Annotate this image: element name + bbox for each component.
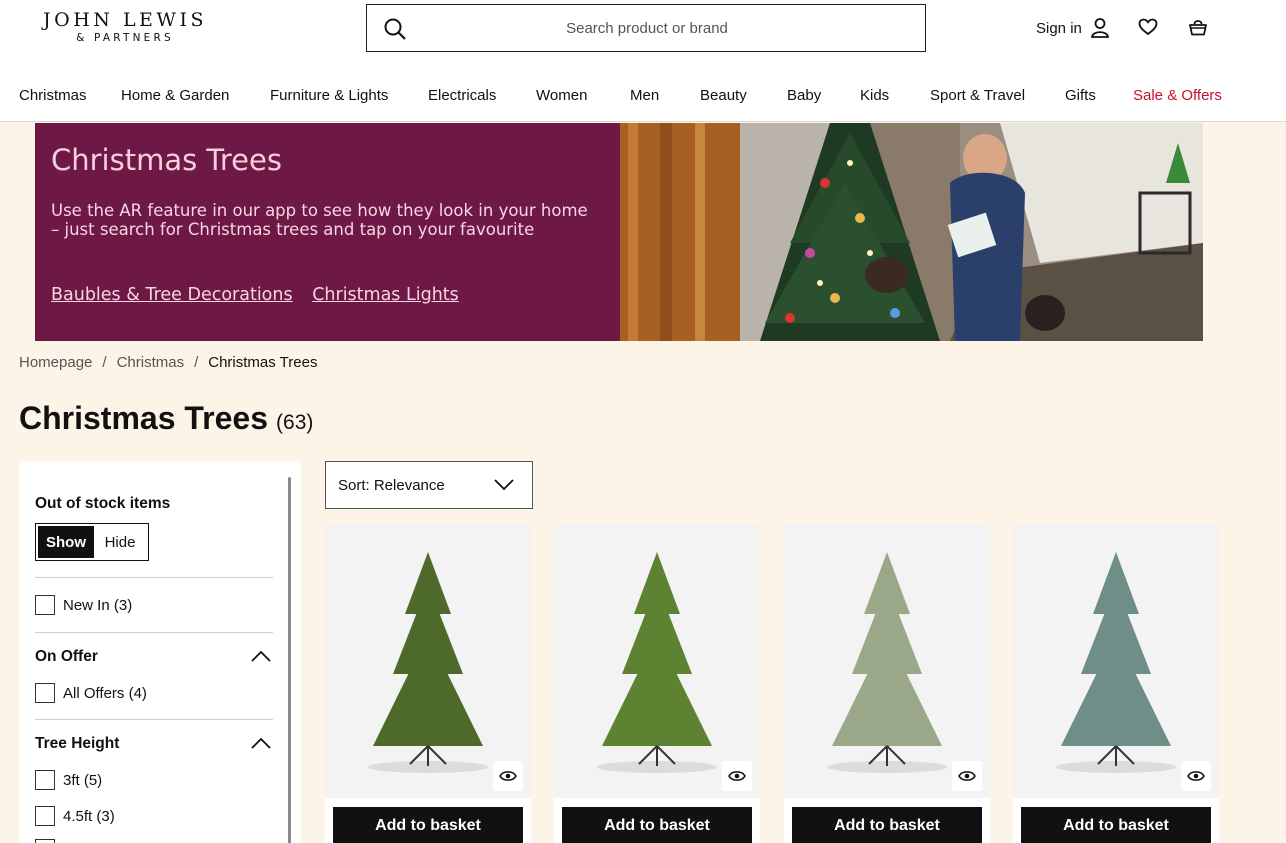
nav-sport-travel[interactable]: Sport & Travel bbox=[930, 87, 1025, 104]
nav-gifts[interactable]: Gifts bbox=[1065, 87, 1096, 104]
breadcrumb-separator: / bbox=[102, 354, 107, 371]
chevron-down-icon bbox=[494, 479, 514, 491]
checkbox-box[interactable] bbox=[35, 683, 55, 703]
checkbox-box[interactable] bbox=[35, 806, 55, 826]
breadcrumb-christmas[interactable]: Christmas bbox=[117, 354, 185, 371]
breadcrumb-current: Christmas Trees bbox=[208, 354, 318, 371]
filter-scrollbar[interactable] bbox=[288, 477, 291, 843]
nav-sale-offers[interactable]: Sale & Offers bbox=[1133, 87, 1222, 104]
site-header: JOHN LEWIS & PARTNERS Sign in Christmas … bbox=[0, 0, 1286, 122]
main-nav: Christmas Home & Garden Furniture & Ligh… bbox=[0, 83, 1286, 109]
product-card[interactable]: Add to basket bbox=[325, 524, 531, 843]
new-in-checkbox[interactable]: New In (3) bbox=[35, 595, 132, 615]
breadcrumb-separator: / bbox=[194, 354, 199, 371]
hide-option[interactable]: Hide bbox=[94, 526, 146, 558]
quick-view-eye-icon[interactable] bbox=[952, 761, 982, 791]
nav-electricals[interactable]: Electricals bbox=[428, 87, 496, 104]
product-card[interactable]: Add to basket bbox=[784, 524, 990, 843]
hero-text-panel: Christmas Trees Use the AR feature in ou… bbox=[35, 123, 620, 341]
christmas-tree-image bbox=[597, 552, 717, 773]
out-of-stock-toggle: Show Hide bbox=[35, 523, 149, 561]
product-count: (63) bbox=[276, 411, 314, 434]
add-to-basket-button[interactable]: Add to basket bbox=[1021, 807, 1211, 843]
sort-dropdown[interactable]: Sort: Relevance bbox=[325, 461, 533, 509]
new-in-label: New In (3) bbox=[63, 596, 133, 614]
search-icon[interactable] bbox=[383, 17, 407, 41]
user-icon bbox=[1090, 18, 1109, 38]
product-card[interactable]: Add to basket bbox=[1013, 524, 1219, 843]
product-card[interactable]: Add to basket bbox=[554, 524, 760, 843]
checkbox-box[interactable] bbox=[35, 595, 55, 615]
height-4-5ft-label: 4.5ft (3) bbox=[63, 807, 115, 825]
sign-in-link[interactable]: Sign in bbox=[1036, 17, 1110, 39]
christmas-tree-image bbox=[1056, 552, 1176, 773]
add-to-basket-button[interactable]: Add to basket bbox=[562, 807, 752, 843]
show-option[interactable]: Show bbox=[38, 526, 94, 558]
page-title: Christmas Trees bbox=[19, 400, 269, 436]
chevron-up-icon[interactable] bbox=[250, 649, 272, 663]
height-3ft-checkbox[interactable]: 3ft (5) bbox=[35, 770, 102, 790]
height-4-5ft-checkbox[interactable]: 4.5ft (3) bbox=[35, 806, 115, 826]
sort-label: Sort: Relevance bbox=[338, 477, 445, 494]
wishlist-heart-icon[interactable] bbox=[1138, 17, 1158, 37]
logo-line-1: JOHN LEWIS bbox=[43, 9, 207, 31]
checkbox-box[interactable] bbox=[35, 839, 55, 843]
nav-baby[interactable]: Baby bbox=[787, 87, 821, 104]
nav-women[interactable]: Women bbox=[536, 87, 587, 104]
product-image[interactable] bbox=[1013, 524, 1219, 798]
quick-view-eye-icon[interactable] bbox=[1181, 761, 1211, 791]
search-input[interactable] bbox=[427, 15, 867, 41]
family-decorating-tree-image bbox=[620, 123, 1203, 341]
add-to-basket-button[interactable]: Add to basket bbox=[792, 807, 982, 843]
tree-height-heading: Tree Height bbox=[35, 735, 120, 752]
out-of-stock-heading: Out of stock items bbox=[35, 495, 171, 512]
quick-view-eye-icon[interactable] bbox=[493, 761, 523, 791]
on-offer-heading: On Offer bbox=[35, 648, 98, 665]
add-to-basket-button[interactable]: Add to basket bbox=[333, 807, 523, 843]
next-height-checkbox[interactable] bbox=[35, 839, 63, 843]
hero-photo bbox=[620, 123, 1203, 341]
page-heading: Christmas Trees (63) bbox=[19, 400, 313, 437]
product-image[interactable] bbox=[325, 524, 531, 798]
search-box[interactable] bbox=[366, 4, 926, 52]
christmas-lights-link[interactable]: Christmas Lights bbox=[312, 285, 459, 305]
hero-links: Baubles & Tree Decorations Christmas Lig… bbox=[51, 285, 473, 305]
breadcrumb: Homepage / Christmas / Christmas Trees bbox=[19, 354, 317, 371]
divider bbox=[35, 577, 273, 578]
all-offers-checkbox[interactable]: All Offers (4) bbox=[35, 683, 147, 703]
baubles-decorations-link[interactable]: Baubles & Tree Decorations bbox=[51, 285, 293, 305]
hero-banner: Christmas Trees Use the AR feature in ou… bbox=[35, 123, 1203, 341]
nav-furniture-lights[interactable]: Furniture & Lights bbox=[270, 87, 388, 104]
john-lewis-logo[interactable]: JOHN LEWIS & PARTNERS bbox=[35, 9, 215, 44]
christmas-tree-image bbox=[827, 552, 947, 773]
hero-description: Use the AR feature in our app to see how… bbox=[51, 201, 588, 239]
filter-panel: Out of stock items Show Hide New In (3) … bbox=[19, 461, 301, 843]
quick-view-eye-icon[interactable] bbox=[722, 761, 752, 791]
breadcrumb-homepage[interactable]: Homepage bbox=[19, 354, 92, 371]
sign-in-label: Sign in bbox=[1036, 19, 1082, 37]
divider bbox=[35, 719, 273, 720]
basket-icon[interactable] bbox=[1188, 17, 1208, 37]
nav-home-garden[interactable]: Home & Garden bbox=[121, 87, 229, 104]
checkbox-box[interactable] bbox=[35, 770, 55, 790]
product-image[interactable] bbox=[784, 524, 990, 798]
nav-christmas[interactable]: Christmas bbox=[19, 87, 87, 104]
logo-line-2: & PARTNERS bbox=[76, 32, 174, 44]
chevron-up-icon[interactable] bbox=[250, 736, 272, 750]
divider bbox=[35, 632, 273, 633]
all-offers-label: All Offers (4) bbox=[63, 684, 147, 702]
nav-men[interactable]: Men bbox=[630, 87, 659, 104]
hero-title: Christmas Trees bbox=[51, 143, 282, 177]
height-3ft-label: 3ft (5) bbox=[63, 771, 103, 789]
nav-kids[interactable]: Kids bbox=[860, 87, 889, 104]
christmas-tree-image bbox=[368, 552, 488, 773]
nav-beauty[interactable]: Beauty bbox=[700, 87, 747, 104]
product-image[interactable] bbox=[554, 524, 760, 798]
